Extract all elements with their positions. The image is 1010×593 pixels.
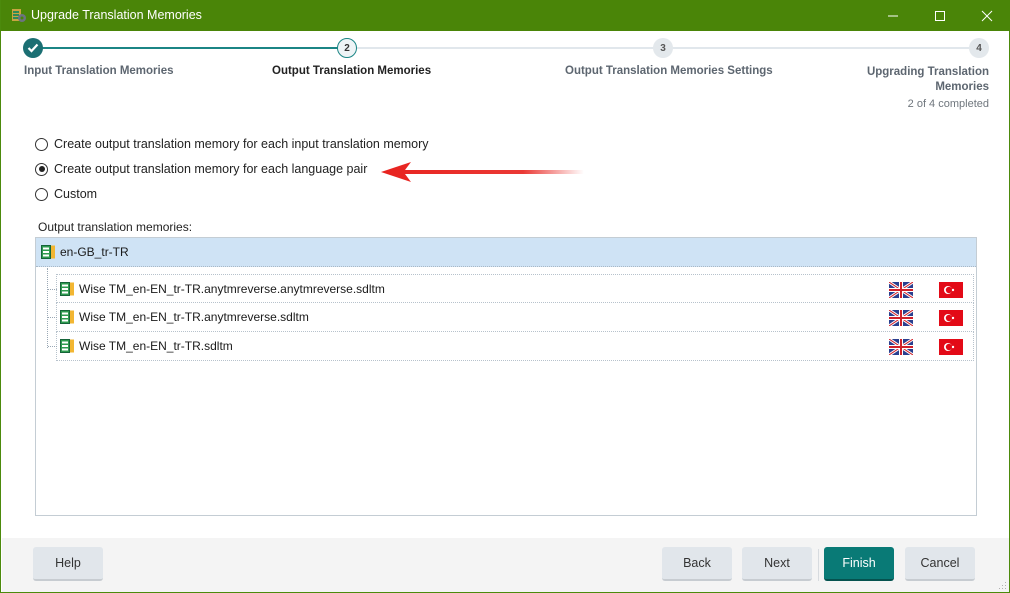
option-custom[interactable]: Custom xyxy=(35,187,97,201)
turkey-flag-icon xyxy=(939,282,963,298)
tm-name: Wise TM_en-EN_tr-TR.anytmreverse.sdltm xyxy=(79,310,309,324)
step-3-label: Output Translation Memories Settings xyxy=(565,65,773,77)
radio-button[interactable] xyxy=(35,137,48,151)
step-4-indicator: 4 xyxy=(969,38,989,58)
uk-flag-icon xyxy=(889,310,913,326)
dialog-footer: Help Back Next Finish Cancel xyxy=(2,538,1009,592)
tree-connector xyxy=(47,268,48,348)
wizard-stepper: 2 3 4 Input Translation Memories Output … xyxy=(1,31,1010,121)
translation-memory-icon xyxy=(41,245,55,259)
uk-flag-icon xyxy=(889,282,913,298)
tm-list-item[interactable]: Wise TM_en-EN_tr-TR.anytmreverse.sdltm xyxy=(48,303,974,332)
step-2-indicator: 2 xyxy=(337,38,357,58)
tm-name: Wise TM_en-EN_tr-TR.anytmreverse.anytmre… xyxy=(79,281,385,296)
checkmark-icon xyxy=(27,43,39,53)
back-button[interactable]: Back xyxy=(662,547,732,581)
translation-memory-icon xyxy=(60,281,74,296)
tree-connector xyxy=(48,317,57,318)
close-button[interactable] xyxy=(964,0,1010,31)
stepper-track-completed xyxy=(34,47,347,49)
tree-connector xyxy=(48,289,57,290)
app-icon xyxy=(12,9,26,22)
radio-button-checked[interactable] xyxy=(35,162,48,176)
footer-divider xyxy=(818,549,819,581)
radio-button[interactable] xyxy=(35,187,48,201)
tm-name: Wise TM_en-EN_tr-TR.sdltm xyxy=(79,339,233,353)
maximize-button[interactable] xyxy=(917,0,963,31)
title-bar: Upgrade Translation Memories xyxy=(1,0,1010,31)
minimize-icon xyxy=(888,15,898,16)
option-label: Create output translation memory for eac… xyxy=(54,137,429,151)
minimize-button[interactable] xyxy=(870,0,916,31)
next-button[interactable]: Next xyxy=(742,547,812,581)
maximize-icon xyxy=(935,10,945,21)
option-label: Custom xyxy=(54,187,98,201)
tm-list-item[interactable]: Wise TM_en-EN_tr-TR.anytmreverse.anytmre… xyxy=(48,274,974,303)
option-per-input-tm[interactable]: Create output translation memory for eac… xyxy=(35,137,428,151)
translation-memory-icon xyxy=(60,339,74,353)
output-tm-tree[interactable]: en-GB_tr-TR Wise TM_en-EN_tr-TR.anytmrev… xyxy=(35,237,977,516)
turkey-flag-icon xyxy=(939,339,963,355)
help-button[interactable]: Help xyxy=(33,547,103,581)
option-label: Create output translation memory for eac… xyxy=(54,162,368,176)
finish-button[interactable]: Finish xyxy=(824,547,894,581)
uk-flag-icon xyxy=(889,339,913,355)
cancel-button[interactable]: Cancel xyxy=(905,547,975,581)
step-4-label: Upgrading Translation Memories xyxy=(866,66,989,93)
output-tms-label: Output translation memories: xyxy=(38,220,193,234)
step-3-indicator: 3 xyxy=(653,38,673,58)
turkey-flag-icon xyxy=(939,310,963,326)
window-title: Upgrade Translation Memories xyxy=(31,8,202,22)
option-per-language-pair[interactable]: Create output translation memory for eac… xyxy=(35,162,367,176)
step-1-label: Input Translation Memories xyxy=(24,65,174,77)
resize-grip-icon[interactable] xyxy=(997,580,1007,590)
group-label: en-GB_tr-TR xyxy=(60,245,129,259)
translation-memory-icon xyxy=(60,310,74,324)
tree-connector xyxy=(48,346,57,347)
tree-group-language-pair[interactable]: en-GB_tr-TR xyxy=(36,238,976,267)
close-icon xyxy=(981,10,993,21)
upgrade-tm-dialog: Upgrade Translation Memories 2 3 4 Input… xyxy=(0,0,1010,593)
step-1-indicator xyxy=(23,38,43,58)
red-arrow-annotation-icon xyxy=(381,162,584,182)
step-2-label: Output Translation Memories xyxy=(272,65,432,77)
progress-text: 2 of 4 completed xyxy=(907,98,989,110)
tm-list-item[interactable]: Wise TM_en-EN_tr-TR.sdltm xyxy=(48,332,974,361)
